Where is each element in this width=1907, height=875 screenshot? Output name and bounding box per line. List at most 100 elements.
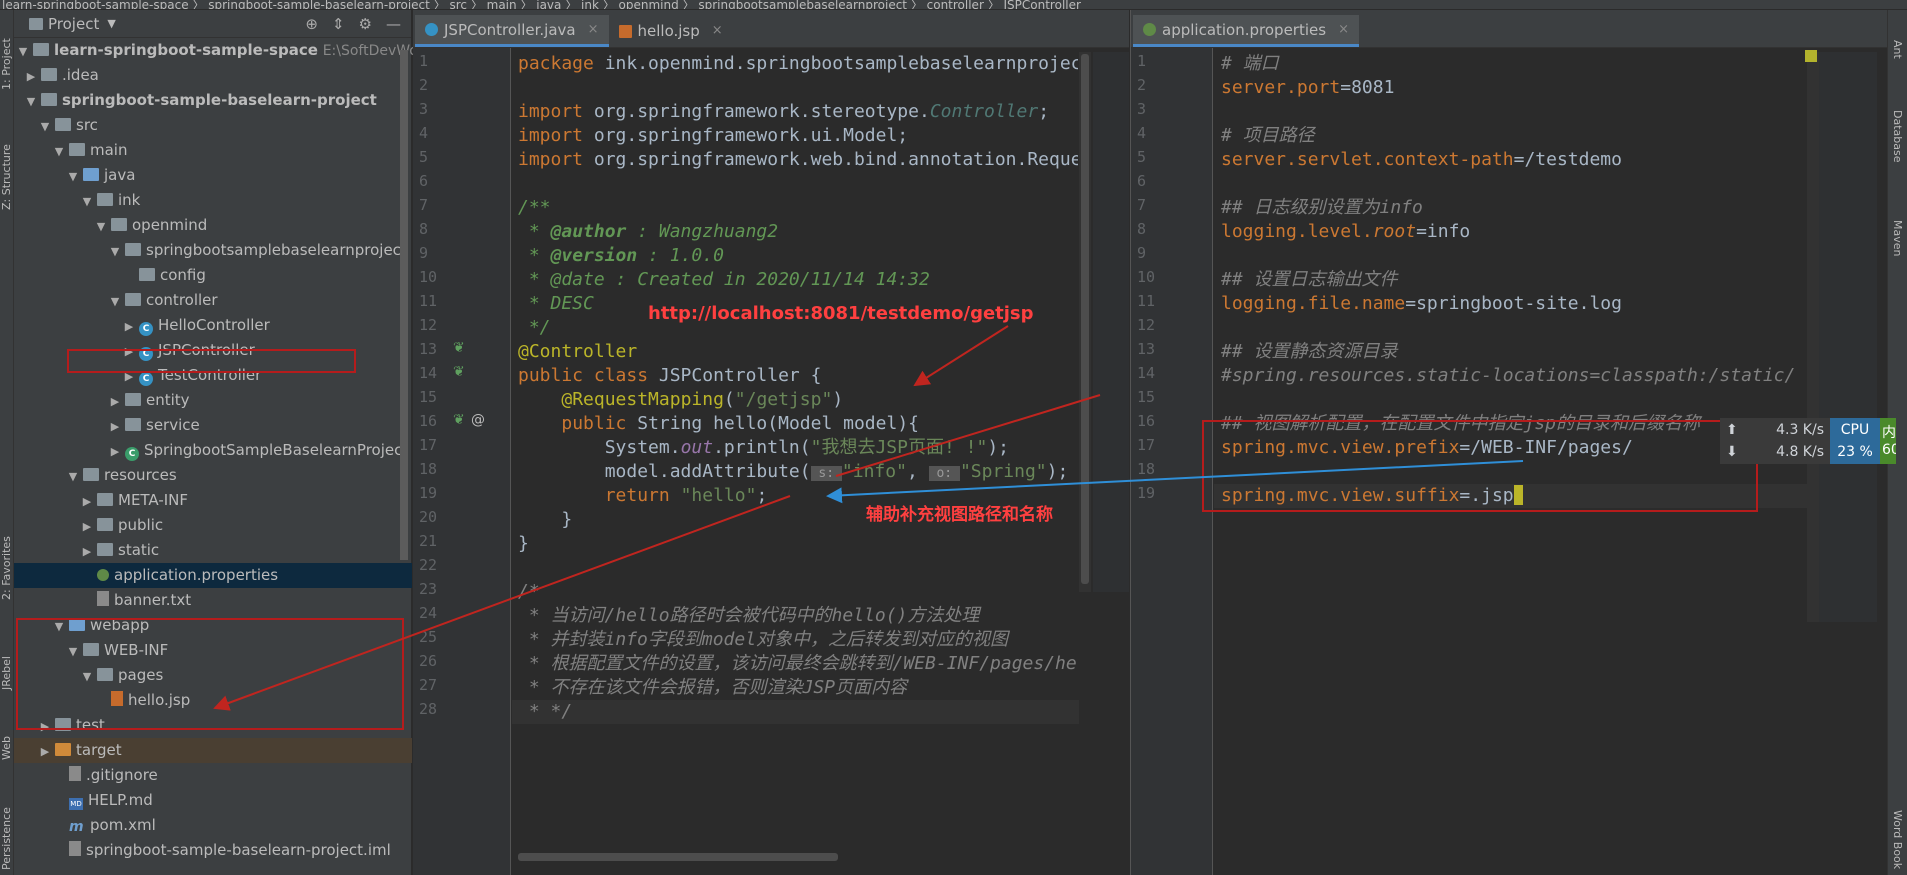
excluded-folder-icon [55, 743, 71, 756]
chevron-down-icon[interactable]: ▼ [107, 17, 115, 30]
editor-right-minimap[interactable] [1819, 52, 1877, 622]
properties-file-icon [1143, 23, 1156, 36]
tree-node[interactable]: ▶ target [14, 738, 412, 763]
tree-node[interactable]: ▼ openmind [14, 213, 412, 238]
folder-icon [33, 43, 49, 56]
tool-tab-database[interactable]: Database [1891, 110, 1904, 163]
project-panel-title[interactable]: Project [48, 15, 99, 33]
annotation-box-view-config [1202, 420, 1758, 512]
project-panel-header: Project ▼ ⊕ ⇕ ⚙ — [14, 10, 411, 38]
editor-right-code[interactable]: # 端口 server.port=8081 # 项目路径 server.serv… [1221, 52, 1811, 742]
tool-tab-structure[interactable]: Z: Structure [0, 144, 13, 210]
class-icon [425, 23, 438, 36]
jsp-file-icon [618, 24, 632, 38]
close-icon[interactable]: × [1338, 15, 1349, 45]
collapse-icon[interactable]: ⇕ [332, 15, 345, 33]
package-icon [125, 293, 141, 306]
tree-node-selected[interactable]: application.properties [14, 563, 412, 588]
tree-node[interactable]: m pom.xml [14, 813, 412, 838]
tree-node[interactable]: MD HELP.md [14, 788, 412, 813]
tab-hello-jsp[interactable]: hello.jsp × [609, 15, 733, 47]
tree-node[interactable]: ▼ main [14, 138, 412, 163]
tree-node[interactable]: ▼ resources [14, 463, 412, 488]
at-icon[interactable]: @ [471, 412, 485, 428]
tree-node[interactable]: ▶ C SpringbootSampleBaselearnProject [14, 438, 412, 463]
folder-icon [97, 493, 113, 506]
package-icon [125, 393, 141, 406]
properties-file-icon [97, 569, 109, 581]
tool-tab-ant[interactable]: Ant [1891, 40, 1904, 59]
tool-tab-favorites[interactable]: 2: Favorites [0, 536, 13, 600]
tree-node[interactable]: .gitignore [14, 763, 412, 788]
editor-right-scroll-track[interactable] [1807, 52, 1819, 622]
tab-jspcontroller[interactable]: JSPController.java × [415, 15, 609, 47]
tool-tab-jrebel[interactable]: JRebel [0, 656, 13, 690]
spring-bean-icon[interactable]: ❦ [453, 412, 465, 428]
left-tool-strip: 1: Project Z: Structure 2: Favorites JRe… [0, 10, 14, 875]
tree-node[interactable]: ▼ controller [14, 288, 412, 313]
project-scrollbar[interactable] [400, 50, 408, 560]
package-icon [125, 243, 141, 256]
markdown-file-icon: MD [69, 798, 83, 810]
editor-left-scrollbar[interactable] [1081, 54, 1089, 584]
tool-tab-web[interactable]: Web [0, 736, 13, 760]
editor-left-hscrollbar[interactable] [518, 853, 838, 861]
project-icon [29, 17, 43, 30]
resources-folder-icon [83, 468, 99, 481]
editor-left-minimap[interactable] [1093, 52, 1129, 592]
tab-application-properties[interactable]: application.properties × [1133, 15, 1359, 47]
tree-node[interactable]: ▶ C HelloController [14, 313, 412, 338]
tree-node[interactable]: ▶ public [14, 513, 412, 538]
tree-node[interactable]: springboot-sample-baselearn-project.iml [14, 838, 412, 863]
tree-node[interactable]: ▶ .idea [14, 63, 412, 88]
tool-tab-maven[interactable]: Maven [1891, 220, 1904, 256]
spring-boot-class-icon: C [125, 447, 139, 461]
annotation-box-jspcontroller [67, 349, 356, 373]
tree-node[interactable]: ▼ springbootsamplebaselearnproject [14, 238, 412, 263]
spring-bean-icon[interactable]: ❦ [453, 364, 465, 380]
package-icon [125, 418, 141, 431]
tree-node[interactable]: banner.txt [14, 588, 412, 613]
tree-node[interactable]: ▶ static [14, 538, 412, 563]
tool-tab-project[interactable]: 1: Project [0, 38, 13, 90]
folder-icon [41, 68, 57, 81]
tree-node[interactable]: ▼ springboot-sample-baselearn-project [14, 88, 412, 113]
tree-node[interactable]: ▼ java [14, 163, 412, 188]
class-icon: C [139, 372, 153, 386]
tool-tab-word-book[interactable]: Word Book [1891, 810, 1904, 869]
editor-left-tabs: JSPController.java × hello.jsp × [413, 10, 1129, 48]
editor-right-tabs: application.properties × [1131, 10, 1887, 48]
class-icon: C [139, 322, 153, 336]
minimize-icon[interactable]: — [386, 15, 401, 33]
helper-annotation-label: 辅助补充视图路径和名称 [866, 505, 1053, 525]
gear-icon[interactable]: ⚙ [359, 15, 372, 33]
editor-left-gutter: 1 2 3 4 5 6 7 8 9 10 11 12 13 14 15 16 1… [413, 48, 511, 875]
tree-node[interactable]: ▼ learn-springboot-sample-space E:\SoftDe… [14, 38, 418, 63]
package-icon [97, 193, 113, 206]
tree-node[interactable]: ▶ entity [14, 388, 412, 413]
tree-node[interactable]: ▼ ink [14, 188, 412, 213]
maven-file-icon: m [69, 819, 84, 835]
folder-icon [69, 143, 85, 156]
url-annotation-label: http://localhost:8081/testdemo/getjsp [648, 303, 1034, 324]
editor-left-code[interactable]: package ink.openmind.springbootsamplebas… [518, 52, 1078, 742]
gitignore-file-icon [69, 766, 81, 781]
folder-icon [97, 543, 113, 556]
close-icon[interactable]: × [712, 16, 723, 46]
package-icon [111, 218, 127, 231]
iml-file-icon [69, 841, 81, 856]
upload-arrow-icon: ⬆ [1726, 422, 1738, 438]
project-panel: Project ▼ ⊕ ⇕ ⚙ — ▼ learn-springboot-samp… [14, 10, 418, 875]
inspection-status-icon[interactable] [1805, 50, 1817, 62]
annotation-box-webapp [16, 618, 404, 730]
editor-left: JSPController.java × hello.jsp × 1 2 3 4 5… [413, 10, 1129, 875]
tree-node[interactable]: ▶ service [14, 413, 412, 438]
close-icon[interactable]: × [588, 15, 599, 45]
tool-tab-persistence[interactable]: Persistence [0, 807, 13, 870]
tree-node[interactable]: ▼ src [14, 113, 412, 138]
tree-node[interactable]: ▶ META-INF [14, 488, 412, 513]
spring-bean-icon[interactable]: ❦ [453, 340, 465, 356]
target-icon[interactable]: ⊕ [305, 15, 318, 33]
folder-icon [97, 518, 113, 531]
tree-node[interactable]: config [14, 263, 412, 288]
